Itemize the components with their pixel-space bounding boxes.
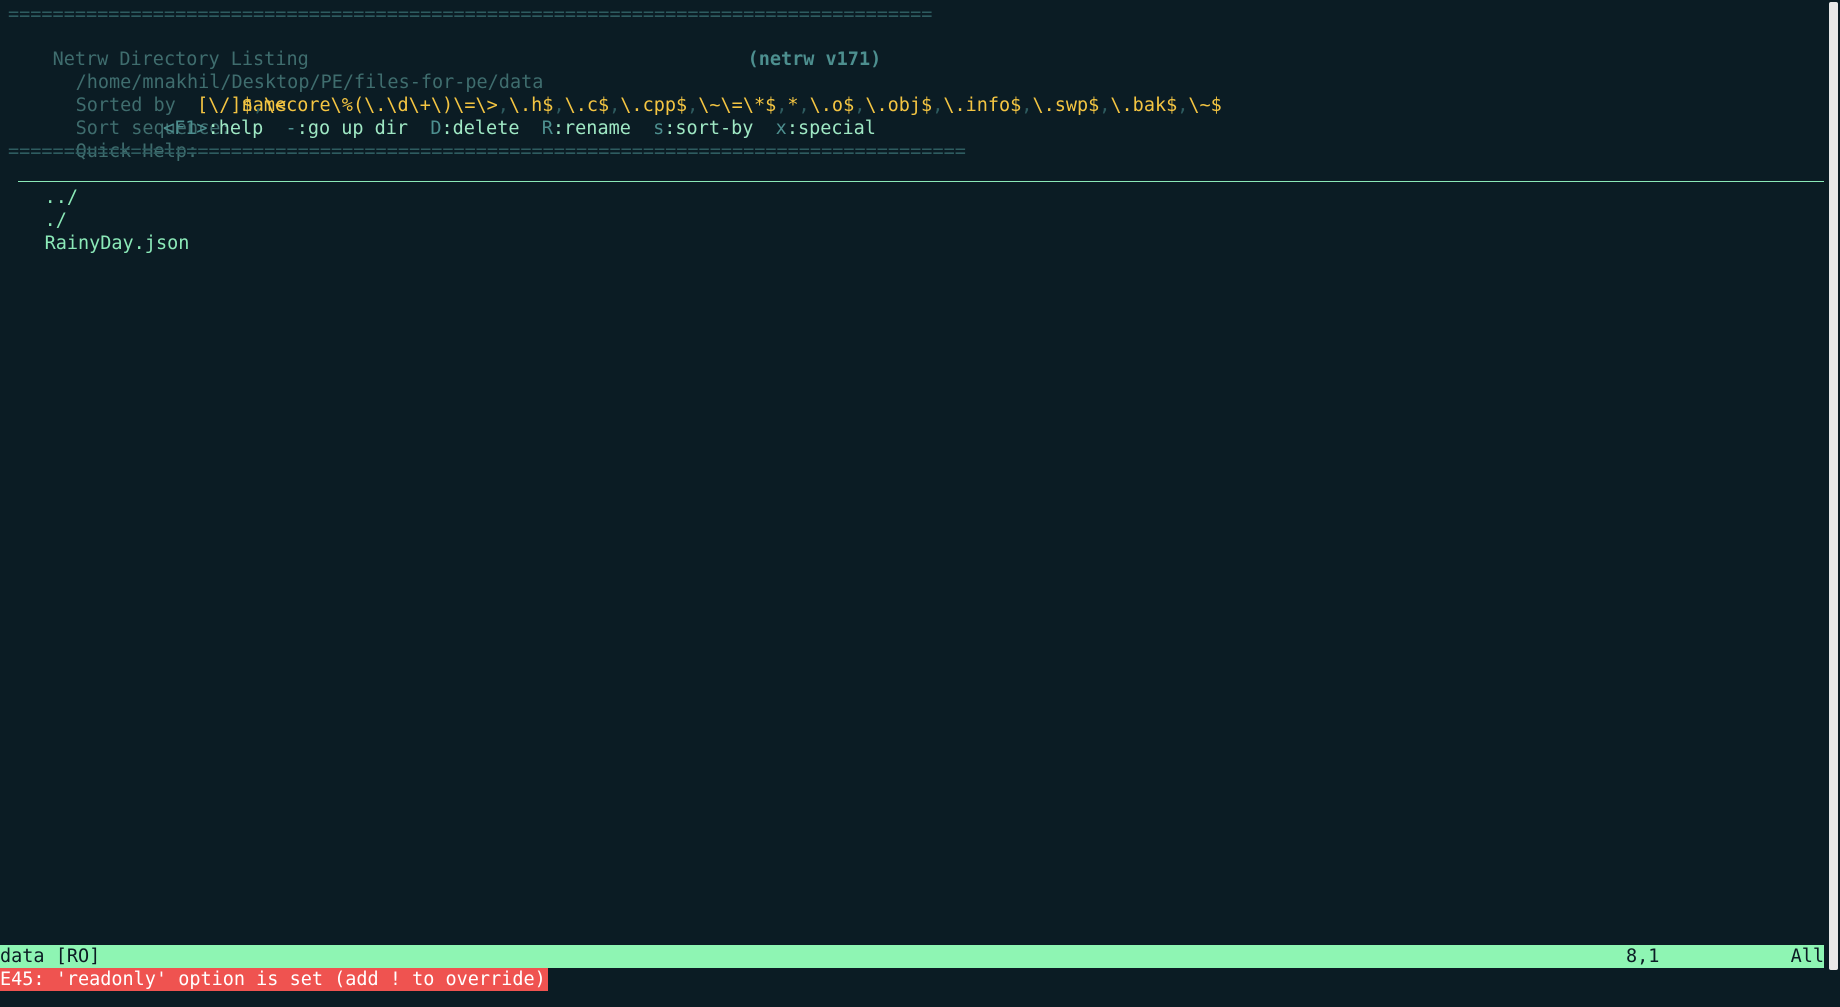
sort-sequence-separator: ,	[553, 95, 565, 116]
sort-sequence-separator: ,	[1177, 95, 1189, 116]
sort-sequence-item: \.info$	[943, 95, 1022, 116]
sort-sequence-separator: ,	[798, 95, 810, 116]
sort-sequence-item: [\/]$	[197, 95, 253, 116]
scrollbar-thumb[interactable]	[1829, 2, 1838, 970]
vim-statusline: data [RO] 8,1 All	[0, 945, 1824, 968]
sort-sequence-separator: ,	[854, 95, 866, 116]
sort-sequence-separator: ,	[1021, 95, 1033, 116]
sort-sequence-item: *	[787, 95, 799, 116]
error-message: E45: 'readonly' option is set (add ! to …	[0, 968, 548, 991]
sort-sequence-item: \.obj$	[865, 95, 933, 116]
file-entry-rainyday[interactable]: RainyDay.json	[45, 233, 190, 254]
sort-sequence-item: \.swp$	[1032, 95, 1100, 116]
quick-help-desc: :rename	[552, 118, 631, 139]
sort-sequence-item: \.c$	[564, 95, 610, 116]
list-item[interactable]: ./	[0, 186, 67, 231]
scrollbar[interactable]	[1827, 0, 1840, 1007]
sort-sequence-item: \.cpp$	[620, 95, 688, 116]
sort-sequence-separator: ,	[776, 95, 788, 116]
quick-help-key: <F1>	[163, 118, 208, 139]
quick-help-desc: :special	[786, 118, 876, 139]
quick-help-key: R	[541, 118, 553, 139]
statusline-cursor-position: 8,1	[1626, 946, 1660, 967]
quick-help-key: s	[653, 118, 665, 139]
sort-sequence-separator: ,	[932, 95, 944, 116]
quick-help-spacer	[263, 118, 285, 139]
sort-sequence-item: \.bak$	[1110, 95, 1178, 116]
vim-terminal[interactable]: ========================================…	[0, 0, 1840, 1007]
header-top-rule: ========================================…	[8, 4, 933, 25]
quick-help-key: x	[775, 118, 787, 139]
header-bottom-rule: ========================================…	[8, 141, 966, 162]
netrw-title-line: Netrw Directory Listing	[8, 25, 309, 70]
cursorline-underline	[18, 181, 1824, 182]
quick-help-key: D	[430, 118, 442, 139]
sort-sequence-item: \.h$	[508, 95, 554, 116]
sort-sequence-item: \~$	[1188, 95, 1222, 116]
sort-sequence-separator: ,	[609, 95, 621, 116]
quick-help-desc: :sort-by	[664, 118, 754, 139]
quick-help-spacer	[631, 118, 653, 139]
list-item[interactable]: RainyDay.json	[0, 209, 190, 254]
sort-sequence-separator: ,	[252, 95, 264, 116]
sort-sequence-values: [\/]$,\<core\%(\.\d\+\)\=\>,\.h$,\.c$,\.…	[197, 94, 1222, 117]
netrw-version-text: (netrw v171)	[747, 49, 882, 70]
current-path: /home/mnakhil/Desktop/PE/files-for-pe/da…	[31, 48, 544, 93]
statusline-scroll-percent: All	[1790, 946, 1824, 967]
sorted-by-value: name	[197, 71, 287, 116]
list-item[interactable]: ../	[0, 163, 78, 208]
sort-sequence-separator: ,	[497, 95, 509, 116]
quick-help-spacer	[753, 118, 775, 139]
sort-sequence-separator: ,	[1099, 95, 1111, 116]
quick-help-key: -	[285, 118, 297, 139]
statusline-buffer-name: data [RO]	[0, 946, 101, 967]
quick-help-items: <F1>:help -:go up dir D:delete R:rename …	[163, 117, 876, 140]
quick-help-spacer	[519, 118, 541, 139]
sort-sequence-item: \~\=\*$	[698, 95, 777, 116]
sort-sequence-item: \.o$	[809, 95, 855, 116]
quick-help-desc: :help	[207, 118, 264, 139]
quick-help-desc: :go up dir	[296, 118, 409, 139]
quick-help-desc: :delete	[441, 118, 520, 139]
sorted-by-line: Sorted by	[31, 71, 176, 116]
sort-sequence-item: \<core\%(\.\d\+\)\=\>	[263, 95, 498, 116]
quick-help-spacer	[408, 118, 430, 139]
sort-sequence-separator: ,	[687, 95, 699, 116]
netrw-version: (netrw v171)	[703, 25, 882, 70]
